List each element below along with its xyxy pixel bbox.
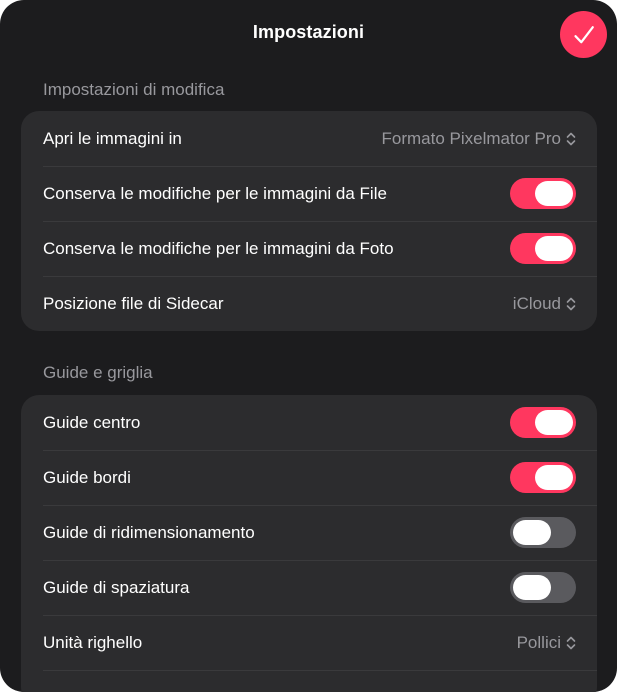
row-edge-guides: Guide bordi [21, 450, 597, 505]
section-header-guides: Guide e griglia [43, 363, 153, 382]
toggle-knob [535, 410, 573, 435]
open-images-format-popup[interactable]: Formato Pixelmator Pro [382, 129, 577, 149]
settings-sheet: Impostazioni Impostazioni di modifica Ap… [0, 0, 617, 692]
popup-value: Formato Pixelmator Pro [381, 128, 562, 148]
popup-value: Pollici [516, 632, 561, 652]
row-label: Guide centro [43, 412, 141, 432]
popup-value: iCloud [512, 293, 561, 313]
ruler-units-popup[interactable]: Pollici [517, 633, 576, 653]
row-label: Guide di spaziatura [43, 577, 190, 597]
sheet-title: Impostazioni [252, 22, 365, 42]
row-label: Conserva le modifiche per le immagini da… [43, 183, 387, 203]
spacing-guides-toggle[interactable] [510, 572, 576, 603]
row-resize-guides: Guide di ridimensionamento [21, 505, 597, 560]
row-center-guides: Guide centro [21, 395, 597, 450]
toggle-knob [513, 520, 551, 545]
toggle-knob [535, 181, 573, 206]
row-label: Guide bordi [43, 467, 131, 487]
resize-guides-toggle[interactable] [510, 517, 576, 548]
keep-edits-files-toggle[interactable] [510, 178, 576, 209]
sidecar-location-popup[interactable]: iCloud [513, 294, 576, 314]
chevron-up-down-icon [566, 636, 576, 650]
toggle-knob [535, 465, 573, 490]
toggle-knob [535, 236, 573, 261]
keep-edits-photos-toggle[interactable] [510, 233, 576, 264]
row-partial-next [21, 670, 597, 692]
row-label: Apri le immagini in [43, 128, 182, 148]
section-header-editing: Impostazioni di modifica [43, 80, 225, 99]
chevron-up-down-icon [566, 132, 576, 146]
row-label: Unità righello [43, 632, 143, 652]
row-label: Guide di ridimensionamento [43, 522, 255, 542]
row-label: Conserva le modifiche per le immagini da… [43, 238, 394, 258]
done-button[interactable] [560, 11, 607, 58]
row-keep-edits-photos: Conserva le modifiche per le immagini da… [21, 221, 597, 276]
row-keep-edits-files: Conserva le modifiche per le immagini da… [21, 166, 597, 221]
toggle-knob [513, 575, 551, 600]
chevron-up-down-icon [566, 297, 576, 311]
row-ruler-units[interactable]: Unità righello Pollici [21, 615, 597, 670]
edge-guides-toggle[interactable] [510, 462, 576, 493]
checkmark-icon [572, 23, 596, 47]
settings-group-editing: Apri le immagini in Formato Pixelmator P… [21, 111, 597, 331]
center-guides-toggle[interactable] [510, 407, 576, 438]
row-label: Posizione file di Sidecar [43, 293, 224, 313]
row-spacing-guides: Guide di spaziatura [21, 560, 597, 615]
row-open-images-in[interactable]: Apri le immagini in Formato Pixelmator P… [21, 111, 597, 166]
settings-group-guides: Guide centro Guide bordi Guide di ridime… [21, 395, 597, 692]
row-sidecar-location[interactable]: Posizione file di Sidecar iCloud [21, 276, 597, 331]
